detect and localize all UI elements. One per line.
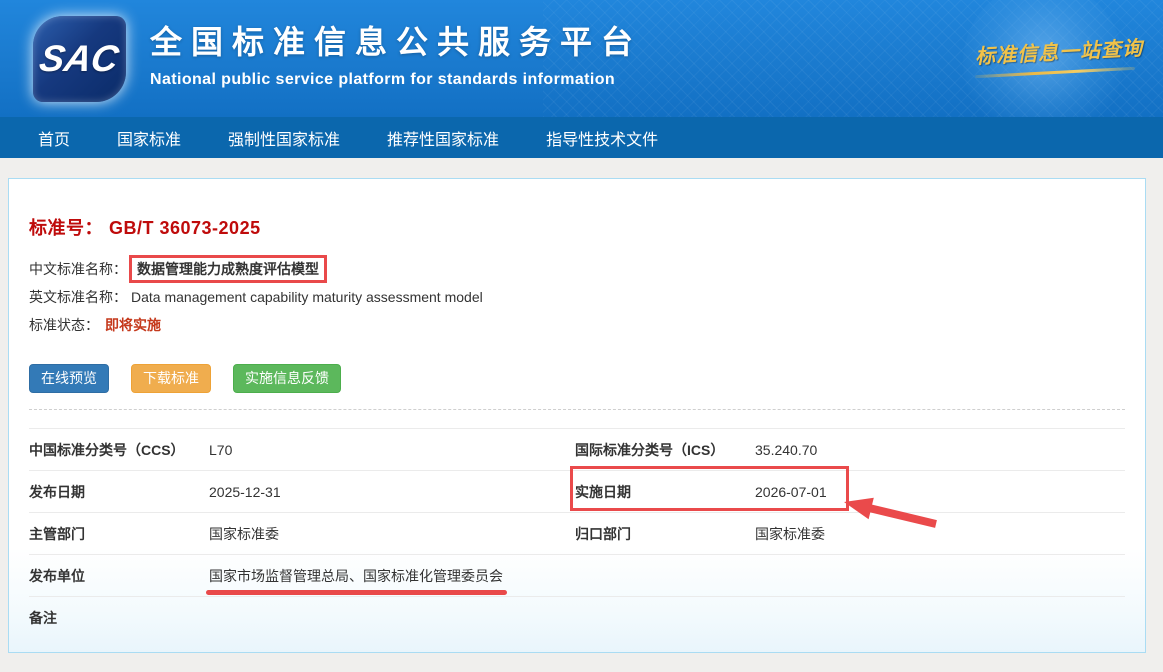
detail-cell-implementation-date: 实施日期 2026-07-01 [575, 482, 1125, 502]
site-header: SAC 全国标准信息公共服务平台 National public service… [0, 0, 1163, 117]
detail-label-remarks: 备注 [29, 608, 209, 628]
detail-cell-ccs: 中国标准分类号（CCS） L70 [29, 440, 575, 460]
table-row-departments: 主管部门 国家标准委 归口部门 国家标准委 [29, 512, 1125, 554]
detail-value-publish-date: 2025-12-31 [209, 484, 281, 500]
detail-cell-competent-dept: 主管部门 国家标准委 [29, 524, 575, 544]
action-buttons: 在线预览 下载标准 实施信息反馈 [29, 364, 1125, 393]
nav-item-mandatory-national-standards[interactable]: 强制性国家标准 [228, 126, 340, 150]
en-name-line: 英文标准名称： Data management capability matur… [29, 283, 1125, 311]
status-label: 标准状态： [29, 315, 99, 335]
standard-meta: 中文标准名称： 数据管理能力成熟度评估模型 英文标准名称： Data manag… [29, 255, 1125, 339]
detail-cell-centralized-dept: 归口部门 国家标准委 [575, 524, 1125, 544]
status-badge: 即将实施 [105, 315, 161, 335]
globe-decoration [963, 0, 1123, 117]
detail-label-ccs: 中国标准分类号（CCS） [29, 440, 209, 460]
en-name-value: Data management capability maturity asse… [131, 289, 483, 305]
slogan-underline [975, 67, 1135, 78]
main-nav: 首页 国家标准 强制性国家标准 推荐性国家标准 指导性技术文件 [0, 117, 1163, 158]
detail-cell-publish-date: 发布日期 2025-12-31 [29, 482, 575, 502]
en-name-label: 英文标准名称： [29, 287, 127, 307]
standard-detail-panel: 标准号： GB/T 36073-2025 中文标准名称： 数据管理能力成熟度评估模… [8, 178, 1146, 653]
detail-label-implementation-date: 实施日期 [575, 482, 755, 502]
slogan: 标准信息一站查询 [975, 36, 1145, 74]
nav-item-home[interactable]: 首页 [38, 126, 70, 150]
table-row-classification: 中国标准分类号（CCS） L70 国际标准分类号（ICS） 35.240.70 [29, 428, 1125, 470]
detail-cell-ics: 国际标准分类号（ICS） 35.240.70 [575, 440, 1125, 460]
detail-label-centralized-dept: 归口部门 [575, 524, 755, 544]
detail-label-publish-org: 发布单位 [29, 566, 209, 586]
sac-logo-text: SAC [37, 38, 123, 80]
site-title-block: 全国标准信息公共服务平台 National public service pla… [150, 17, 642, 89]
nav-item-national-standards[interactable]: 国家标准 [117, 126, 181, 150]
slogan-text: 标准信息一站查询 [974, 32, 1145, 70]
cn-name-line: 中文标准名称： 数据管理能力成熟度评估模型 [29, 255, 1125, 283]
detail-value-publish-org-annotated: 国家市场监督管理总局、国家标准化管理委员会 [209, 566, 503, 586]
detail-value-ics: 35.240.70 [755, 442, 817, 458]
sac-logo[interactable]: SAC [33, 16, 126, 102]
table-row-publisher: 发布单位 国家市场监督管理总局、国家标准化管理委员会 [29, 554, 1125, 596]
download-standard-button[interactable]: 下载标准 [131, 364, 211, 393]
detail-label-ics: 国际标准分类号（ICS） [575, 440, 755, 460]
cn-name-label: 中文标准名称： [29, 259, 127, 279]
detail-cell-publish-org: 发布单位 国家市场监督管理总局、国家标准化管理委员会 [29, 566, 1125, 586]
online-preview-button[interactable]: 在线预览 [29, 364, 109, 393]
standard-number-heading: 标准号： GB/T 36073-2025 [29, 179, 1125, 238]
site-subtitle: National public service platform for sta… [150, 71, 642, 89]
dashed-divider [29, 409, 1125, 410]
detail-value-implementation-date: 2026-07-01 [755, 484, 827, 500]
detail-label-competent-dept: 主管部门 [29, 524, 209, 544]
nav-item-guiding-technical-documents[interactable]: 指导性技术文件 [546, 126, 658, 150]
detail-value-centralized-dept: 国家标准委 [755, 524, 825, 544]
page: SAC 全国标准信息公共服务平台 National public service… [0, 0, 1163, 672]
standard-number-value: GB/T 36073-2025 [109, 218, 261, 238]
status-line: 标准状态： 即将实施 [29, 311, 1125, 339]
details-table: 中国标准分类号（CCS） L70 国际标准分类号（ICS） 35.240.70 … [29, 428, 1125, 638]
detail-value-ccs: L70 [209, 442, 232, 458]
nav-item-recommended-national-standards[interactable]: 推荐性国家标准 [387, 126, 499, 150]
detail-label-publish-date: 发布日期 [29, 482, 209, 502]
table-row-dates: 发布日期 2025-12-31 实施日期 2026-07-01 [29, 470, 1125, 512]
cn-name-value-annotated: 数据管理能力成熟度评估模型 [129, 255, 327, 283]
implementation-feedback-button[interactable]: 实施信息反馈 [233, 364, 341, 393]
table-row-remarks: 备注 [29, 596, 1125, 638]
detail-value-competent-dept: 国家标准委 [209, 524, 279, 544]
standard-number-label: 标准号： [29, 218, 103, 238]
detail-cell-remarks: 备注 [29, 608, 1125, 628]
site-title: 全国标准信息公共服务平台 [150, 17, 642, 63]
